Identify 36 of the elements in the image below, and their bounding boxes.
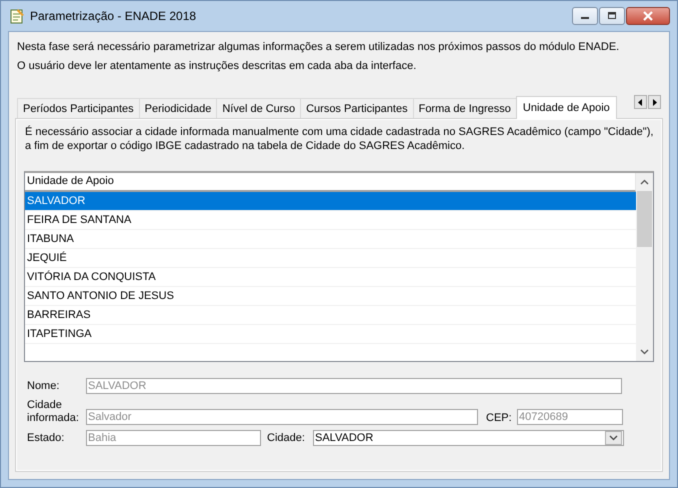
list-item[interactable]: BARREIRAS [25,306,636,325]
scroll-left-button[interactable] [634,95,647,109]
maximize-button[interactable] [599,7,625,25]
field-label: CEP: [486,412,513,425]
list-item[interactable]: JEQUIÉ [25,249,636,268]
tab[interactable]: Unidade de Apoio [516,96,617,119]
instruction-text: a fim de exportar o código IBGE cadastrado na tabela de Cidade do SAGRES Acadêmico. [25,139,466,153]
window-title: Parametrização - ENADE 2018 [30,9,196,23]
vertical-scrollbar[interactable] [636,173,653,361]
dropdown[interactable]: SALVADOR [313,430,624,446]
list-item[interactable]: SANTO ANTONIO DE JESUS [25,287,636,306]
scroll-right-button[interactable] [648,95,661,109]
triangle-right-icon [652,98,657,106]
chevron-down-icon [609,435,618,441]
instruction-text: É necessário associar a cidade informada manualmente com uma cidade cadastrada no SAGRES Acadêmico (campo "Cidade"), [25,125,654,139]
close-icon [642,11,654,21]
field-label: Estado: [27,432,66,444]
list-item[interactable]: ITABUNA [25,230,636,249]
list-item[interactable]: SALVADOR [25,192,636,211]
notepad-icon [9,8,25,24]
close-button[interactable] [626,7,670,25]
field-label: Cidade informada: [27,399,80,425]
dropdown-arrow-button[interactable] [605,431,622,445]
chevron-down-icon[interactable] [640,349,649,355]
tab[interactable]: Períodos Participantes [17,98,140,118]
intro-text: Nesta fase será necessário parametrizar algumas informações a serem utilizadas nos próximos passos do módulo ENADE. [17,40,620,55]
intro-text: O usuário deve ler atentamente as instruções descritas em cada aba da interface. [17,59,418,74]
chevron-up-icon[interactable] [640,179,649,185]
list-item[interactable]: FEIRA DE SANTANA [25,211,636,230]
minimize-button[interactable] [572,7,598,25]
field-label: Nome: [27,380,60,392]
maximize-icon [607,12,617,20]
list-item[interactable]: VITÓRIA DA CONQUISTA [25,268,636,287]
triangle-left-icon [638,98,643,106]
field-label: Cidade: [267,432,306,444]
list-item[interactable]: ITAPETINGA [25,325,636,344]
